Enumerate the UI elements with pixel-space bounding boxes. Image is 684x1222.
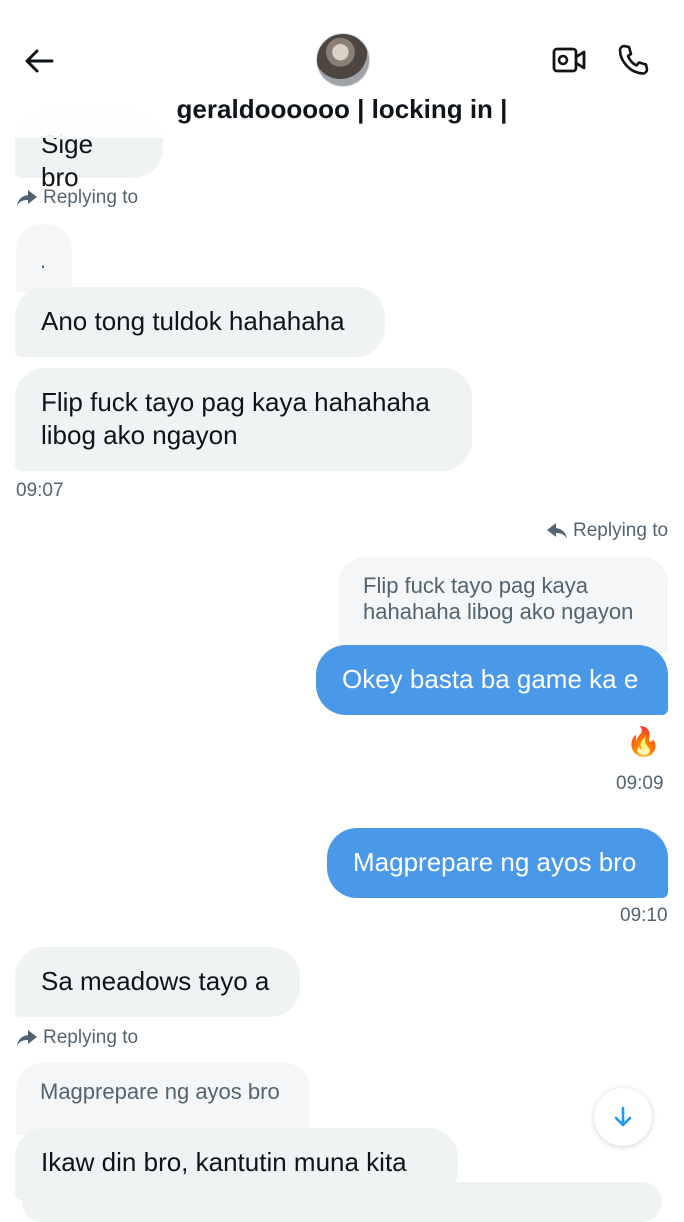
arrow-down-icon	[614, 1106, 632, 1127]
conversation-header: geraldoooooo | locking in |	[0, 0, 684, 138]
back-arrow-icon	[25, 49, 54, 73]
reply-arrow-icon	[17, 1030, 37, 1046]
back-button[interactable]	[18, 40, 60, 82]
message-text: Sa meadows tayo a	[41, 966, 270, 996]
timestamp: 09:07	[16, 480, 64, 501]
message-text: Sige bro	[41, 129, 94, 192]
timestamp: 09:09	[616, 773, 664, 794]
avatar[interactable]	[316, 33, 370, 87]
voice-call-button[interactable]	[610, 38, 656, 82]
replying-to-label: Replying to	[16, 187, 138, 209]
quoted-message[interactable]: Magprepare ng ayos bro	[16, 1063, 310, 1135]
message-composer[interactable]	[22, 1182, 662, 1222]
quoted-message[interactable]: .	[16, 224, 72, 292]
outgoing-message[interactable]: Okey basta ba game ka e	[316, 645, 668, 715]
message-text: Ano tong tuldok hahahaha	[41, 306, 345, 336]
message-text: Magprepare ng ayos bro	[353, 847, 637, 877]
message-text: Ikaw din bro, kantutin muna kita	[41, 1147, 407, 1177]
message-text-line: Flip fuck tayo pag kaya hahahaha	[41, 387, 430, 417]
replying-to-label: Replying to	[16, 1027, 138, 1049]
video-camera-icon	[552, 47, 586, 73]
incoming-message[interactable]: Flip fuck tayo pag kaya hahahaha libog a…	[15, 368, 472, 471]
conversation-title[interactable]: geraldoooooo | locking in |	[0, 94, 684, 125]
reaction-emoji[interactable]: 🔥	[626, 726, 661, 758]
reply-arrow-icon	[17, 190, 37, 206]
incoming-message[interactable]: Sa meadows tayo a	[15, 947, 300, 1017]
replying-to-label: Replying to	[546, 520, 668, 542]
video-call-button[interactable]	[546, 38, 592, 82]
message-text-line: libog ako ngayon	[41, 420, 238, 450]
outgoing-message[interactable]: Magprepare ng ayos bro	[327, 828, 668, 898]
message-text: Okey basta ba game ka e	[342, 664, 639, 694]
reply-arrow-icon	[547, 523, 567, 539]
scroll-to-bottom-button[interactable]	[594, 1088, 652, 1146]
phone-icon	[618, 44, 649, 75]
quoted-message[interactable]: Flip fuck tayo pag kaya hahahaha libog a…	[339, 557, 668, 653]
timestamp: 09:10	[620, 905, 668, 926]
incoming-message[interactable]: Ano tong tuldok hahahaha	[15, 287, 385, 357]
